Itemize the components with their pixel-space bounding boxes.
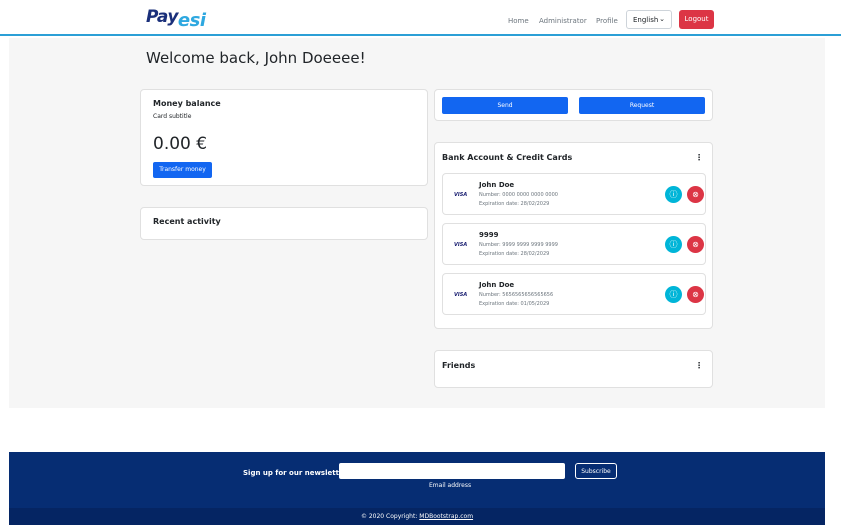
send-request-card: Send Request [434,89,713,121]
bank-card-item: VISA 9999 Number: 9999 9999 9999 9999 Ex… [442,223,706,265]
friends-card: Friends ⋮ [434,350,713,388]
newsletter-email-input[interactable] [339,463,565,479]
bank-card-expiration: Expiration date: 28/02/2029 [479,251,550,257]
page-title: Welcome back, John Doeeee! [146,49,366,67]
bank-accounts-card: Bank Account & Credit Cards ⋮ VISA John … [434,142,713,329]
info-button[interactable]: ⓘ [665,186,682,203]
navbar: Payesi Home Administrator Profile Englis… [0,0,841,36]
close-circle-icon: ⊗ [692,240,699,249]
nav-home-link[interactable]: Home [508,17,529,25]
money-balance-card: Money balance Card subtitle 0.00 € Trans… [140,89,428,186]
subscribe-button[interactable]: Subscribe [575,463,617,479]
visa-icon: VISA [454,292,468,298]
more-options-icon[interactable]: ⋮ [695,361,703,370]
recent-activity-card: Recent activity [140,207,428,240]
friends-title: Friends [442,361,476,370]
bank-accounts-title: Bank Account & Credit Cards [442,153,573,162]
more-options-icon[interactable]: ⋮ [695,153,703,162]
logout-button[interactable]: Logout [679,10,714,29]
bank-card-number: Number: 0000 0000 0000 0000 [479,192,558,198]
bank-card-number: Number: 5656565656565656 [479,292,554,298]
bank-card-name: 9999 [479,231,499,239]
send-button[interactable]: Send [442,97,568,114]
info-icon: ⓘ [669,240,678,249]
bank-card-name: John Doe [479,181,515,189]
language-select[interactable]: English ⌄ [626,10,672,29]
delete-button[interactable]: ⊗ [687,186,704,203]
bank-card-name: John Doe [479,281,515,289]
close-circle-icon: ⊗ [692,190,699,199]
balance-amount: 0.00 € [153,134,208,154]
brand-logo[interactable]: Payesi [146,6,206,31]
footer: Sign up for our newsletter Email address… [9,452,825,525]
visa-icon: VISA [454,192,468,198]
bank-card-item: VISA John Doe Number: 0000 0000 0000 000… [442,173,706,215]
info-button[interactable]: ⓘ [665,286,682,303]
footer-copyright-bar: © 2020 Copyright: MDBootstrap.com [9,508,825,525]
copyright-link[interactable]: MDBootstrap.com [419,513,473,520]
nav-profile-link[interactable]: Profile [596,17,618,25]
bank-card-expiration: Expiration date: 28/02/2029 [479,201,550,207]
newsletter-label: Sign up for our newsletter [243,469,348,477]
bank-card-expiration: Expiration date: 01/05/2029 [479,301,550,307]
money-balance-subtitle: Card subtitle [153,113,192,120]
money-balance-title: Money balance [153,99,221,108]
info-icon: ⓘ [669,290,678,299]
recent-activity-title: Recent activity [153,217,221,226]
delete-button[interactable]: ⊗ [687,286,704,303]
chevron-down-icon: ⌄ [659,15,665,23]
nav-administrator-link[interactable]: Administrator [539,17,587,25]
copyright: © 2020 Copyright: MDBootstrap.com [360,513,474,520]
bank-card-number: Number: 9999 9999 9999 9999 [479,242,558,248]
visa-icon: VISA [454,242,468,248]
request-button[interactable]: Request [579,97,705,114]
delete-button[interactable]: ⊗ [687,236,704,253]
close-circle-icon: ⊗ [692,290,699,299]
info-button[interactable]: ⓘ [665,236,682,253]
transfer-money-button[interactable]: Transfer money [153,162,212,178]
bank-card-item: VISA John Doe Number: 5656565656565656 E… [442,273,706,315]
email-help-text: Email address [429,482,472,489]
info-icon: ⓘ [669,190,678,199]
